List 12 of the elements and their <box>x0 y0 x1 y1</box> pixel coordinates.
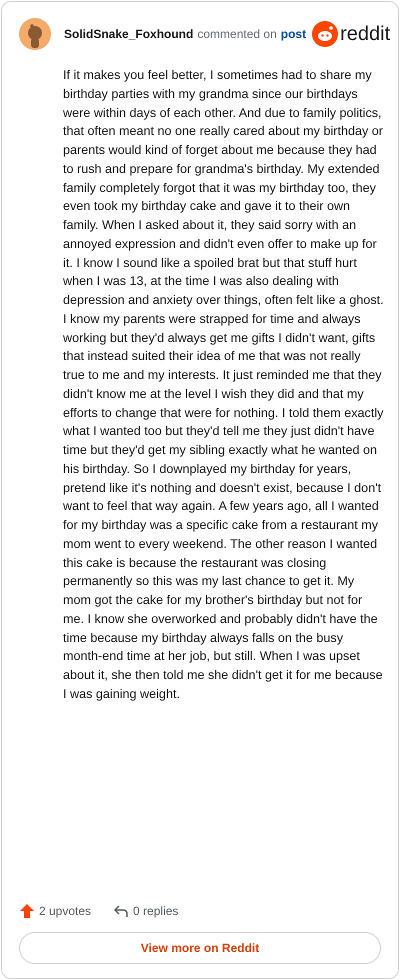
action-text: commented on <box>197 26 277 43</box>
upvote-arrow-icon[interactable] <box>19 903 35 919</box>
comment-text: If it makes you feel better, I sometimes had to share my birthday parties with my grandma since our birthdays were within days of each other. And due to family politics, that often meant no one really cared about my birthday or parents would kind of forget about me because they had to rush and prepare for grandma's birthday. My extended family completely forgot that it was my birthday too, they even took my birthday cake and gave it to their own family. When I asked about it, they said sorry with an annoyed expression and didn't even offer to make up for it. I know I sound like a spoiled brat but that stuff hurt when I was 13, at the time I was also dealing with depression and anxiety over things, often felt like a ghost. I know my parents were strapped for time and always working but they'd always get me gifts I didn't want, gifts that instead suited their idea of me that was not really true to me and my interests. It just reminded me that they didn't know me at the level I wish they did and that my efforts to change that were for nothing. I told them exactly what I wanted too but they'd tell me they just didn't have time but they'd get my sibling exactly what he wanted on his birthday. So I downplayed my birthday for years, pretend like it's nothing and doesn't exist, because I don't want to feel that way again. A few years ago, all I wanted for my birthday was a specific cake from a restaurant my mom went to every weekend. The other reason I wanted this cake is because the restaurant was closing permanently so this was my last chance to get it. My mom got the cake for my brother's birthday but not for me. I know she overworked and probably didn't have the time because my birthday always falls on the busy month-end time at her job, but still. When I was upset about it, she then told me she didn't get it for me because I was gaining weight. <box>63 67 384 703</box>
author-name[interactable]: SolidSnake_Foxhound <box>64 25 194 43</box>
view-more-button[interactable]: View more on Reddit <box>19 932 381 964</box>
brand-name: reddit <box>340 24 390 44</box>
post-link[interactable]: post <box>280 25 306 43</box>
upvote-count: 2 upvotes <box>39 903 92 920</box>
alien-logo-icon <box>312 21 338 47</box>
reply-arrow-icon[interactable] <box>113 904 130 918</box>
reply-count: 0 replies <box>133 903 178 920</box>
avatar-icon <box>19 18 51 50</box>
